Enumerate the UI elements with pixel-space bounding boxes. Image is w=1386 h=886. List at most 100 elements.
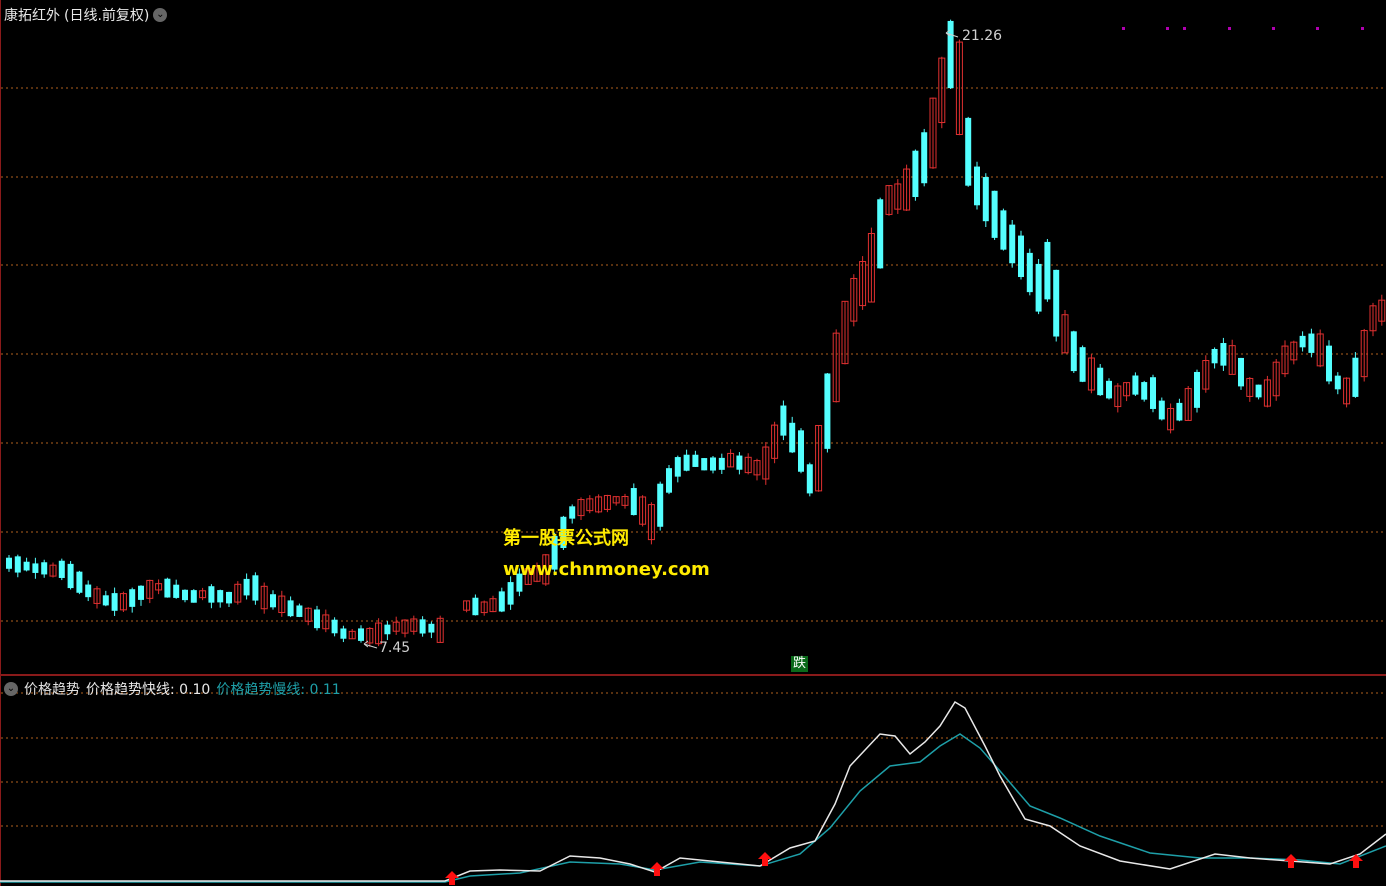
candle-body-down — [58, 560, 65, 578]
candle-body-down — [243, 578, 250, 596]
up-arrow-icon — [758, 852, 772, 866]
chevron-down-icon[interactable]: ⌄ — [153, 8, 168, 22]
candle-body-down — [974, 166, 980, 206]
candle-body-down — [1079, 347, 1086, 382]
stock-title: 康拓红外 — [4, 8, 60, 24]
fast-trend-line — [0, 700, 1386, 882]
candle-body-down — [710, 457, 716, 471]
candle-body-down — [1035, 263, 1042, 312]
sell-signal-badge: 跌 — [791, 656, 809, 672]
candle-body-down — [138, 585, 144, 600]
marker-dot — [1122, 27, 1125, 30]
candle-body-down — [912, 150, 919, 198]
trend-indicator-chart[interactable] — [0, 676, 1386, 886]
candle-body-down — [428, 623, 435, 633]
high-price-label: 21.26 — [962, 28, 1003, 44]
candle-body-down — [1326, 345, 1332, 382]
candle-body-down — [921, 132, 928, 184]
marker-dot — [1361, 27, 1364, 30]
candle-body-down — [41, 562, 48, 575]
candle-body-down — [630, 488, 637, 516]
candle-body-down — [164, 578, 171, 598]
candle-body-down — [23, 561, 30, 571]
candle-body-down — [569, 506, 576, 519]
candle-body-down — [1150, 377, 1156, 409]
chart-period: (日线.前复权) — [64, 8, 150, 24]
candle-body-down — [736, 455, 743, 470]
candle-body-down — [182, 589, 188, 601]
price-chart-pane[interactable]: 康拓红外 (日线.前复权) ⌄ 21.26 7.45 第一股票公式网 www.ch… — [0, 0, 1386, 674]
candle-body-down — [789, 422, 796, 453]
up-arrow-icon — [445, 871, 459, 885]
candle-body-down — [1308, 333, 1315, 353]
low-price-label: 7.45 — [379, 640, 411, 656]
candle-body-down — [1097, 367, 1104, 396]
candle-body-down — [507, 582, 514, 605]
candle-body-down — [1255, 384, 1262, 398]
candle-body-down — [190, 590, 197, 603]
marker-dot — [1272, 27, 1275, 30]
chevron-down-icon[interactable]: ⌄ — [4, 682, 18, 696]
candle-body-down — [296, 605, 303, 617]
candle-body-down — [780, 405, 787, 436]
marker-dot — [1183, 27, 1186, 30]
candle-body-down — [67, 563, 74, 589]
candle-body-down — [498, 591, 505, 612]
indicator-pane[interactable]: ⌄ 价格趋势 价格趋势快线: 0.10 价格趋势慢线: 0.11 — [0, 676, 1386, 886]
candle-body-down — [472, 597, 479, 616]
candle-body-down — [340, 628, 347, 639]
candle-body-down — [14, 556, 21, 573]
candle-body-down — [32, 563, 39, 573]
candle-body-down — [287, 600, 294, 617]
candle-body-down — [270, 594, 276, 608]
candle-body-down — [877, 199, 884, 269]
candle-body-down — [1018, 235, 1024, 278]
candle-body-down — [798, 430, 804, 472]
candle-body-down — [1106, 380, 1112, 399]
candle-body-down — [657, 483, 664, 527]
candle-body-down — [111, 593, 118, 611]
candle-body-down — [674, 457, 681, 477]
candle-body-down — [1299, 335, 1306, 348]
candle-body-down — [1070, 331, 1077, 372]
fast-line-readout: 价格趋势快线: 0.10 — [86, 682, 211, 698]
candle-body-down — [1026, 252, 1033, 293]
indicator-header: ⌄ 价格趋势 价格趋势快线: 0.10 价格趋势慢线: 0.11 — [4, 679, 341, 699]
marker-dot — [1316, 27, 1319, 30]
candle-body-down — [991, 190, 998, 238]
candle-body-down — [331, 619, 338, 634]
candle-body-down — [1211, 348, 1218, 364]
candle-body-down — [384, 624, 391, 635]
watermark-url: www.chnmoney.com — [503, 559, 710, 580]
chart-header: 康拓红外 (日线.前复权) ⌄ — [4, 5, 168, 25]
candle-body-down — [1132, 375, 1139, 395]
indicator-name: 价格趋势 — [24, 682, 80, 698]
candle-body-down — [217, 590, 224, 603]
candle-body-down — [1053, 269, 1060, 337]
candle-body-down — [824, 373, 831, 449]
candle-body-down — [314, 609, 320, 629]
candle-body-down — [806, 464, 813, 494]
candle-body-down — [1044, 241, 1051, 300]
slow-line-readout: 价格趋势慢线: 0.11 — [216, 682, 341, 698]
up-arrow-icon — [1284, 854, 1298, 868]
candle-body-down — [1238, 357, 1244, 387]
candle-body-down — [226, 591, 232, 604]
candle-body-down — [358, 628, 364, 641]
candle-body-down — [1176, 402, 1183, 421]
candle-body-down — [683, 454, 690, 471]
candle-body-down — [965, 117, 972, 186]
candle-body-down — [692, 454, 699, 467]
low-pointer-icon — [363, 640, 378, 649]
candle-body-down — [718, 457, 725, 470]
candle-body-down — [102, 595, 109, 606]
candle-body-down — [982, 177, 989, 222]
candle-body-down — [701, 458, 708, 471]
candle-body-down — [1220, 343, 1227, 366]
candle-body-down — [76, 571, 83, 593]
watermark-site-name: 第一股票公式网 — [503, 528, 629, 549]
candle-body-down — [1000, 210, 1007, 250]
up-arrow-icon — [650, 862, 664, 876]
marker-dot — [1228, 27, 1231, 30]
candle-body-down — [208, 586, 215, 603]
